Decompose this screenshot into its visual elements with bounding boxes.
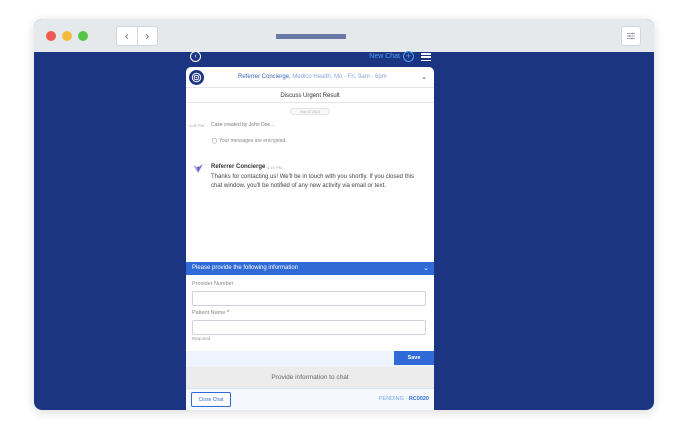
shield-icon bbox=[212, 138, 217, 144]
chevron-down-icon: ⌄ bbox=[423, 265, 429, 272]
agent-name: Referrer Concierge bbox=[211, 164, 266, 170]
chat-panel: Referrer Concierge, Medico Health, Mo - … bbox=[186, 67, 434, 391]
close-chat-button[interactable]: Close Chat bbox=[191, 392, 231, 407]
agent-message: Thanks for contacting us! We'll be in to… bbox=[211, 174, 415, 189]
header-org-hours: Medico Health, Mo - Fri, 9am - 6pm bbox=[290, 74, 387, 80]
close-window-button[interactable] bbox=[46, 31, 56, 41]
new-chat-button[interactable]: New Chat + bbox=[369, 51, 414, 62]
back-circle-icon[interactable]: ‹ bbox=[190, 51, 201, 62]
agent-message-time: 4:10 PM bbox=[267, 165, 282, 170]
date-pill: Nov 02 2024 bbox=[290, 108, 330, 115]
chat-subject: Discuss Urgent Result bbox=[186, 89, 434, 103]
provide-info-prompt: Provide information to chat bbox=[186, 367, 434, 388]
save-button[interactable]: Save bbox=[394, 351, 434, 365]
system-message-time: 4:09 PM bbox=[189, 123, 204, 128]
back-arrow-icon[interactable]: ‹ bbox=[117, 27, 138, 45]
hamburger-menu-icon[interactable] bbox=[421, 53, 431, 61]
header-agent: Referrer Concierge, bbox=[238, 74, 291, 80]
patient-name-label: Patient Name * bbox=[192, 310, 229, 316]
system-message: Case created by John Doe... bbox=[211, 122, 275, 128]
settings-icon[interactable] bbox=[621, 26, 641, 46]
nav-buttons: ‹ › bbox=[116, 26, 158, 46]
info-form-header[interactable]: Please provide the following information… bbox=[186, 262, 434, 275]
case-status: PENDING · RC0020 bbox=[379, 396, 429, 402]
patient-name-input[interactable] bbox=[192, 320, 426, 335]
status-pending: PENDING · bbox=[378, 396, 408, 402]
maximize-window-button[interactable] bbox=[78, 31, 88, 41]
agent-avatar-icon bbox=[193, 164, 203, 173]
chat-footer: Close Chat PENDING · RC0020 bbox=[186, 388, 434, 410]
forward-arrow-icon[interactable]: › bbox=[138, 27, 158, 45]
encrypted-notice: Your messages are encrypted. bbox=[212, 138, 287, 144]
required-hint: Required bbox=[192, 336, 211, 341]
plus-icon: + bbox=[403, 51, 414, 62]
sliders-icon bbox=[627, 32, 635, 40]
info-form-title: Please provide the following information bbox=[192, 265, 299, 271]
provider-number-label: Provider Number bbox=[192, 281, 234, 287]
brand-logo-icon bbox=[189, 70, 204, 85]
chat-header[interactable]: Referrer Concierge, Medico Health, Mo - … bbox=[186, 67, 434, 88]
provider-number-input[interactable] bbox=[192, 291, 426, 306]
chat-topbar: ‹ New Chat + bbox=[186, 50, 434, 65]
new-chat-label: New Chat bbox=[369, 53, 400, 60]
chevron-down-icon[interactable]: ⌄ bbox=[421, 73, 427, 81]
header-title: Referrer Concierge, Medico Health, Mo - … bbox=[238, 74, 387, 80]
encrypted-text: Your messages are encrypted. bbox=[219, 138, 287, 144]
minimize-window-button[interactable] bbox=[62, 31, 72, 41]
case-code: RC0020 bbox=[408, 396, 429, 402]
preview-banner bbox=[276, 34, 346, 39]
save-row: Save bbox=[186, 351, 434, 367]
